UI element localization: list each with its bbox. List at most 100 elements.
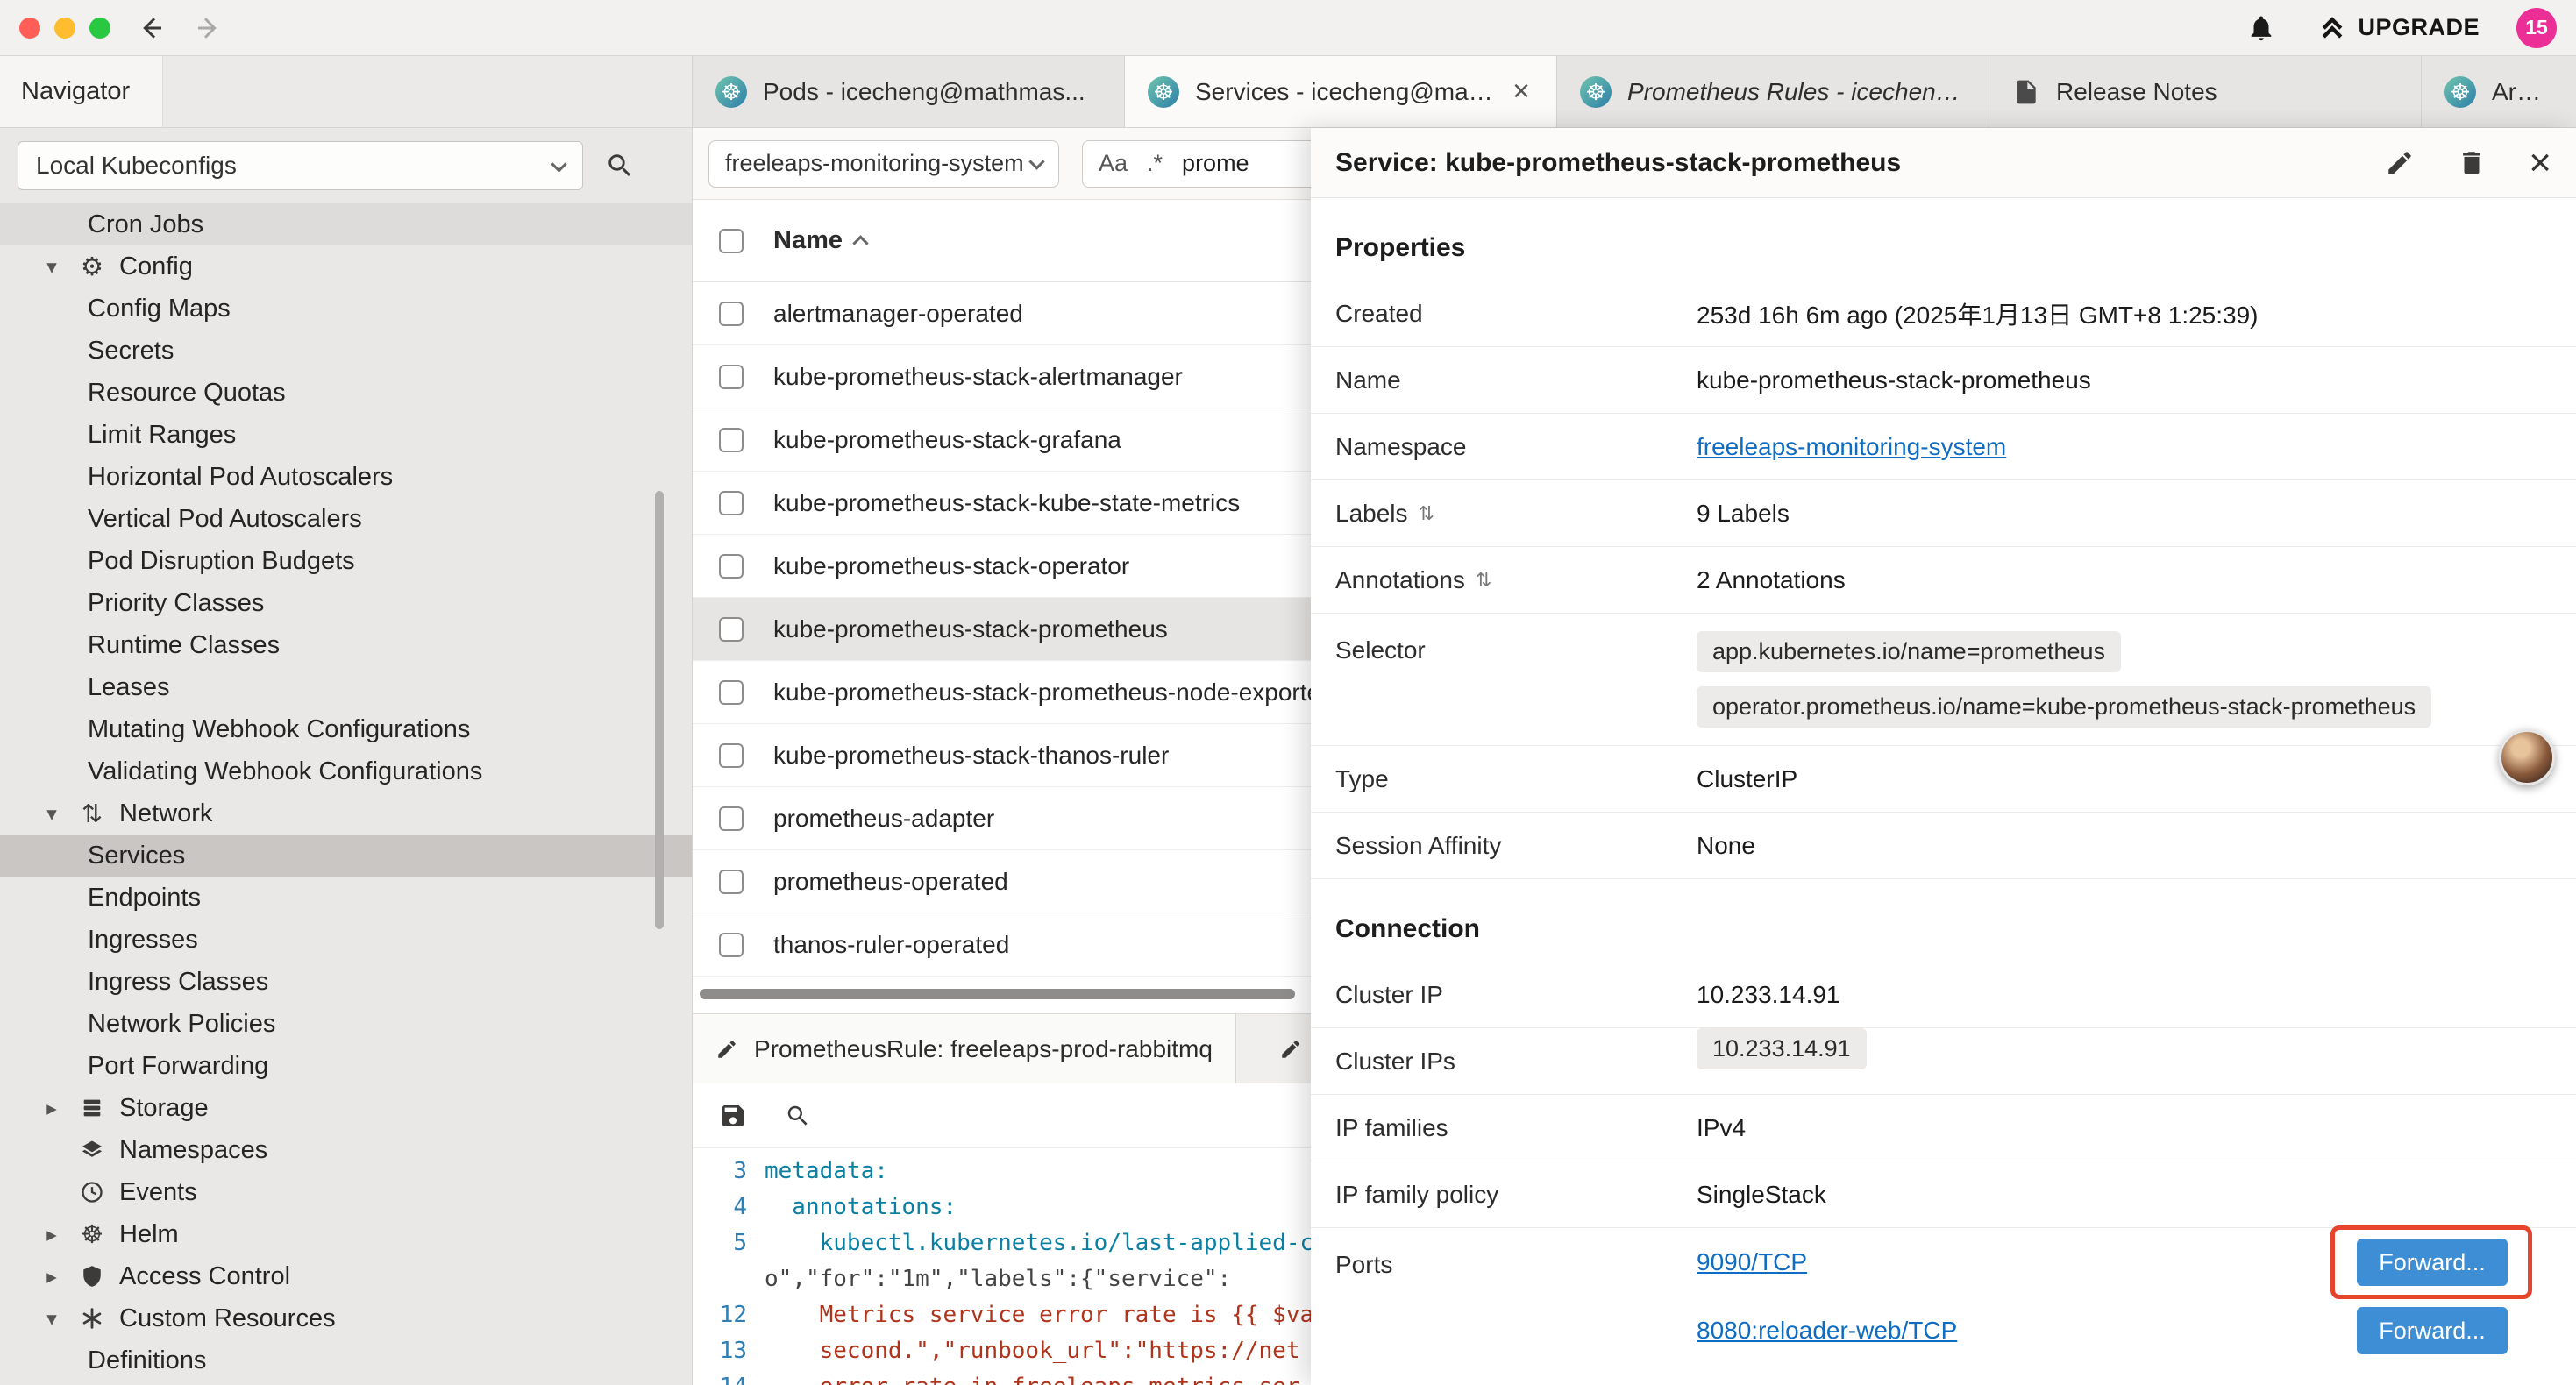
tab-prometheus-rules[interactable]: ☸ Prometheus Rules - icecheng... (1557, 56, 1989, 127)
port-link-8080-reloader-web[interactable]: 8080:reloader-web/TCP (1697, 1317, 1957, 1345)
table-row[interactable]: thanos-ruler-operated (693, 913, 1311, 977)
row-checkbox[interactable] (719, 617, 744, 642)
save-button[interactable] (714, 1097, 752, 1135)
sidebar-item-config-maps[interactable]: Config Maps (0, 288, 692, 330)
notification-count-badge[interactable]: 15 (2516, 8, 2557, 48)
row-checkbox[interactable] (719, 806, 744, 831)
editor-tab-partial[interactable] (1236, 1014, 1311, 1083)
sidebar-item-config[interactable]: ▾ ⚙ Config (0, 245, 692, 288)
sidebar-item-definitions[interactable]: Definitions (0, 1339, 692, 1381)
sidebar-item-network[interactable]: ▾ ⇅ Network (0, 792, 692, 835)
editor-toolbar (693, 1083, 1311, 1148)
row-checkbox[interactable] (719, 743, 744, 768)
sidebar-item-storage[interactable]: ▸ Storage (0, 1087, 692, 1129)
traffic-lights (19, 18, 110, 39)
sidebar-item-services[interactable]: Services (0, 835, 692, 877)
table-row[interactable]: prometheus-operated (693, 850, 1311, 913)
column-header-name[interactable]: Name (773, 226, 866, 255)
namespace-filter-dropdown[interactable]: freeleaps-monitoring-system (708, 140, 1059, 188)
maximize-window-button[interactable] (89, 18, 110, 39)
sort-icon[interactable]: ⇅ (1419, 502, 1434, 525)
document-icon (2012, 78, 2040, 106)
close-window-button[interactable] (19, 18, 40, 39)
table-row[interactable]: kube-prometheus-stack-alertmanager (693, 345, 1311, 408)
sidebar-item-ingress-classes[interactable]: Ingress Classes (0, 961, 692, 1003)
sidebar-item-custom-resources[interactable]: ▾ Custom Resources (0, 1297, 692, 1339)
tab-pods[interactable]: ☸ Pods - icecheng@mathmas... (693, 56, 1125, 127)
tab-services[interactable]: ☸ Services - icecheng@math... × (1125, 56, 1557, 127)
table-row[interactable]: alertmanager-operated (693, 282, 1311, 345)
regex-toggle[interactable]: .* (1147, 150, 1163, 177)
table-row[interactable]: kube-prometheus-stack-operator (693, 535, 1311, 598)
match-case-toggle[interactable]: Aa (1099, 150, 1128, 177)
sidebar-item-priority-classes[interactable]: Priority Classes (0, 582, 692, 624)
sidebar-item-secrets[interactable]: Secrets (0, 330, 692, 372)
user-avatar[interactable] (2499, 729, 2555, 785)
delete-service-button[interactable] (2457, 148, 2487, 178)
sidebar-scrollbar[interactable] (655, 491, 664, 929)
horizontal-scrollbar[interactable] (700, 989, 1304, 999)
chevron-down-icon (551, 156, 566, 172)
port-link-9090[interactable]: 9090/TCP (1697, 1248, 1807, 1276)
editor-tab-prometheusrule[interactable]: PrometheusRule: freeleaps-prod-rabbitmq (693, 1014, 1236, 1083)
sidebar-item-resource-quotas[interactable]: Resource Quotas (0, 372, 692, 414)
table-row[interactable]: kube-prometheus-stack-grafana (693, 408, 1311, 472)
close-drawer-button[interactable]: × (2529, 144, 2551, 182)
tab-release-notes[interactable]: Release Notes (1989, 56, 2422, 127)
property-row-namespace: Namespace freeleaps-monitoring-system (1311, 414, 2576, 480)
row-checkbox[interactable] (719, 491, 744, 515)
sidebar-search-button[interactable] (601, 146, 639, 185)
sidebar-item-horizontal-pod-autoscalers[interactable]: Horizontal Pod Autoscalers (0, 456, 692, 498)
code-line: o","for":"1m","labels":{"service": (765, 1261, 1231, 1297)
editor-dock-tabs: PrometheusRule: freeleaps-prod-rabbitmq (693, 1013, 1311, 1083)
table-row[interactable]: kube-prometheus-stack-kube-state-metrics (693, 472, 1311, 535)
editor-search-button[interactable] (779, 1097, 817, 1135)
sidebar-item-port-forwarding[interactable]: Port Forwarding (0, 1045, 692, 1087)
sidebar-item-events[interactable]: Events (0, 1171, 692, 1213)
sidebar-item-leases[interactable]: Leases (0, 666, 692, 708)
back-button[interactable] (133, 11, 168, 46)
row-checkbox[interactable] (719, 302, 744, 326)
sidebar-item-namespaces[interactable]: Namespaces (0, 1129, 692, 1171)
sidebar-item-validating-webhook-configurations[interactable]: Validating Webhook Configurations (0, 750, 692, 792)
row-checkbox[interactable] (719, 870, 744, 894)
forward-button[interactable] (191, 11, 226, 46)
search-input[interactable]: Aa .* prome (1082, 140, 1311, 188)
tab-argo[interactable]: ☸ Argo Se (2422, 56, 2576, 127)
row-checkbox[interactable] (719, 365, 744, 389)
namespace-link[interactable]: freeleaps-monitoring-system (1697, 433, 2006, 461)
forward-button[interactable]: Forward... (2357, 1307, 2508, 1354)
row-checkbox[interactable] (719, 680, 744, 705)
sidebar-item-runtime-classes[interactable]: Runtime Classes (0, 624, 692, 666)
yaml-editor[interactable]: 3metadata: 4 annotations: 5 kubectl.kube… (693, 1148, 1311, 1385)
table-row[interactable]: kube-prometheus-stack-prometheus-node-ex… (693, 661, 1311, 724)
edit-icon (715, 1038, 738, 1061)
sidebar-item-network-policies[interactable]: Network Policies (0, 1003, 692, 1045)
sidebar-item-access-control[interactable]: ▸ Access Control (0, 1255, 692, 1297)
sidebar-item-ingresses[interactable]: Ingresses (0, 919, 692, 961)
line-number: 12 (693, 1297, 765, 1333)
sidebar-item-pod-disruption-budgets[interactable]: Pod Disruption Budgets (0, 540, 692, 582)
row-checkbox[interactable] (719, 428, 744, 452)
close-tab-icon[interactable]: × (1509, 75, 1534, 109)
select-all-checkbox[interactable] (719, 229, 744, 253)
sidebar-item-vertical-pod-autoscalers[interactable]: Vertical Pod Autoscalers (0, 498, 692, 540)
sidebar-item-cron-jobs[interactable]: Cron Jobs (0, 203, 692, 245)
sidebar-item-helm[interactable]: ▸ ☸ Helm (0, 1213, 692, 1255)
row-checkbox[interactable] (719, 933, 744, 957)
table-row-selected[interactable]: kube-prometheus-stack-prometheus (693, 598, 1311, 661)
sidebar-item-mutating-webhook-configurations[interactable]: Mutating Webhook Configurations (0, 708, 692, 750)
forward-button[interactable]: Forward... (2357, 1239, 2508, 1286)
sort-icon[interactable]: ⇅ (1476, 569, 1491, 592)
table-row[interactable]: kube-prometheus-stack-thanos-ruler (693, 724, 1311, 787)
row-checkbox[interactable] (719, 554, 744, 579)
edit-service-button[interactable] (2385, 148, 2415, 178)
kubeconfig-selector[interactable]: Local Kubeconfigs (18, 141, 583, 190)
sidebar-item-limit-ranges[interactable]: Limit Ranges (0, 414, 692, 456)
sidebar-item-endpoints[interactable]: Endpoints (0, 877, 692, 919)
notifications-bell-icon[interactable] (2242, 9, 2281, 47)
code-line: second.","runbook_url":"https://net (765, 1333, 1299, 1369)
table-row[interactable]: prometheus-adapter (693, 787, 1311, 850)
minimize-window-button[interactable] (54, 18, 75, 39)
upgrade-button[interactable]: UPGRADE (2317, 13, 2480, 43)
